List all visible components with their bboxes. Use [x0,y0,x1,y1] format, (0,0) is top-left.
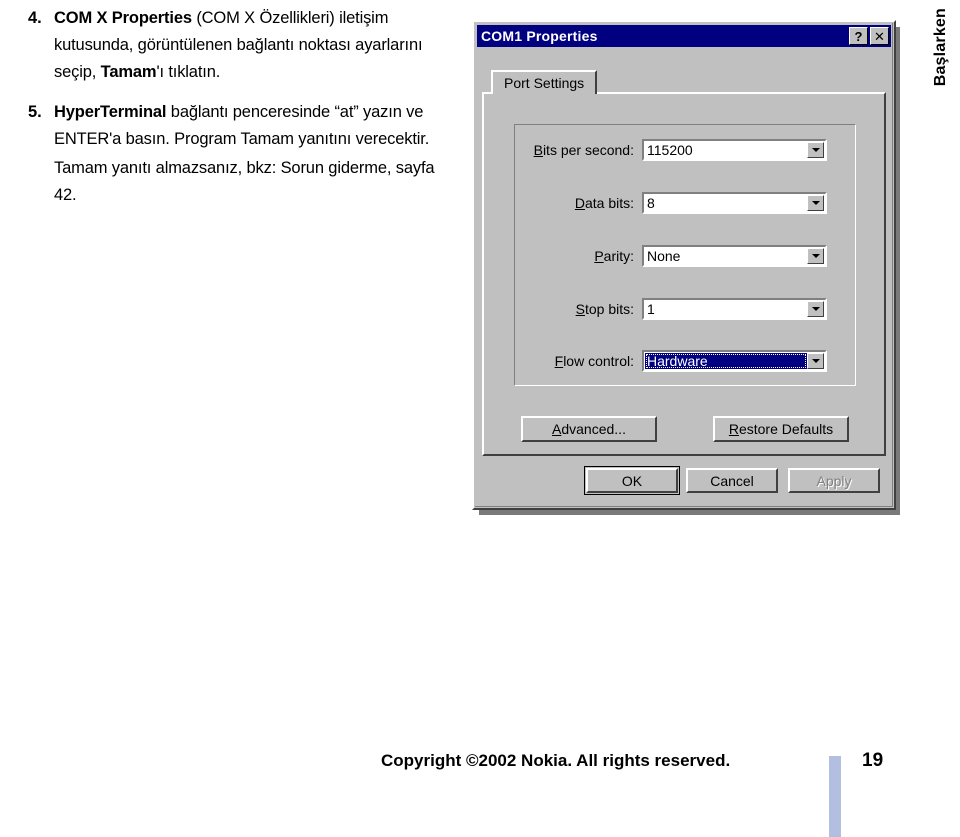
page-footer: Copyright ©2002 Nokia. All rights reserv… [0,748,960,837]
copyright-notice: Copyright ©2002 Nokia. All rights reserv… [381,751,731,770]
chevron-down-icon[interactable] [807,248,824,264]
port-settings-panel: Bits per second: 115200 Data bits: 8 Parity:… [482,92,886,456]
setting-combobox[interactable]: 1 [642,298,827,320]
setting-value: Hardware [645,353,807,369]
page-number: 19 [862,750,884,771]
chevron-down-icon[interactable] [807,353,824,369]
side-chapter-tab-label: Başlarken [932,8,949,87]
step-text-emphasis: Tamam [100,63,157,81]
setting-value: None [647,248,681,264]
step-text-emphasis: COM X Properties [54,9,192,27]
step-text: COM X Properties (COM X Özellikleri) ile… [54,0,458,86]
com1-properties-dialog: COM1 Properties ? ✕ Port Settings Bits p… [472,20,896,510]
setting-row: Bits per second: 115200 [484,139,884,161]
setting-label: Parity: [594,248,634,264]
setting-combobox[interactable]: 115200 [642,139,827,161]
setting-value: 115200 [647,142,693,158]
dialog-title: COM1 Properties [481,28,598,44]
setting-label: Flow control: [554,353,634,369]
dialog-footer: OK Cancel Apply [482,464,886,498]
tab-label: Port Settings [504,75,585,91]
setting-row: Stop bits: 1 [484,298,884,320]
advanced-button[interactable]: Advanced... [521,416,657,442]
restore-defaults-button-label: Restore Defaults [728,421,834,437]
dialog-title-bar[interactable]: COM1 Properties ? ✕ [477,25,891,47]
setting-row: Flow control: Hardware [484,350,884,372]
setting-combobox[interactable]: Hardware [642,350,827,372]
chevron-down-icon[interactable] [807,142,824,158]
instruction-step: 5. HyperTerminal bağlantı penceresinde “a… [28,94,458,209]
apply-button: Apply [788,468,880,493]
cancel-button[interactable]: Cancel [686,468,778,493]
tab-strip: Port Settings [482,70,886,94]
step-number: 5. [28,103,42,121]
instruction-step: 4. COM X Properties (COM X Özellikleri) i… [28,0,458,86]
help-icon[interactable]: ? [849,27,868,45]
setting-row: Parity: None [484,245,884,267]
step-text-run: 'ı tıklatın. [156,63,221,81]
setting-combobox[interactable]: None [642,245,827,267]
instruction-list: 4. COM X Properties (COM X Özellikleri) i… [28,0,458,217]
restore-defaults-button[interactable]: Restore Defaults [713,416,849,442]
setting-value: 1 [647,301,655,317]
chevron-down-icon[interactable] [807,195,824,211]
advanced-button-label: Advanced... [552,421,626,437]
setting-row: Data bits: 8 [484,192,884,214]
close-icon[interactable]: ✕ [870,27,889,45]
step-text-emphasis: HyperTerminal [54,103,167,121]
setting-combobox[interactable]: 8 [642,192,827,214]
tab-port-settings[interactable]: Port Settings [491,70,598,94]
page-number-bar [829,756,841,837]
step-text: HyperTerminal bağlantı penceresinde “at”… [54,94,458,209]
setting-label: Data bits: [574,195,634,211]
step-subparagraph: Tamam yanıtı almazsanız, bkz: Sorun gide… [54,159,435,204]
chevron-down-icon[interactable] [807,301,824,317]
side-chapter-tab: Başlarken [928,8,954,138]
ok-button[interactable]: OK [584,466,680,495]
setting-label: Stop bits: [575,301,634,317]
step-number: 4. [28,9,42,27]
setting-value: 8 [647,195,655,211]
setting-label: Bits per second: [533,142,634,158]
